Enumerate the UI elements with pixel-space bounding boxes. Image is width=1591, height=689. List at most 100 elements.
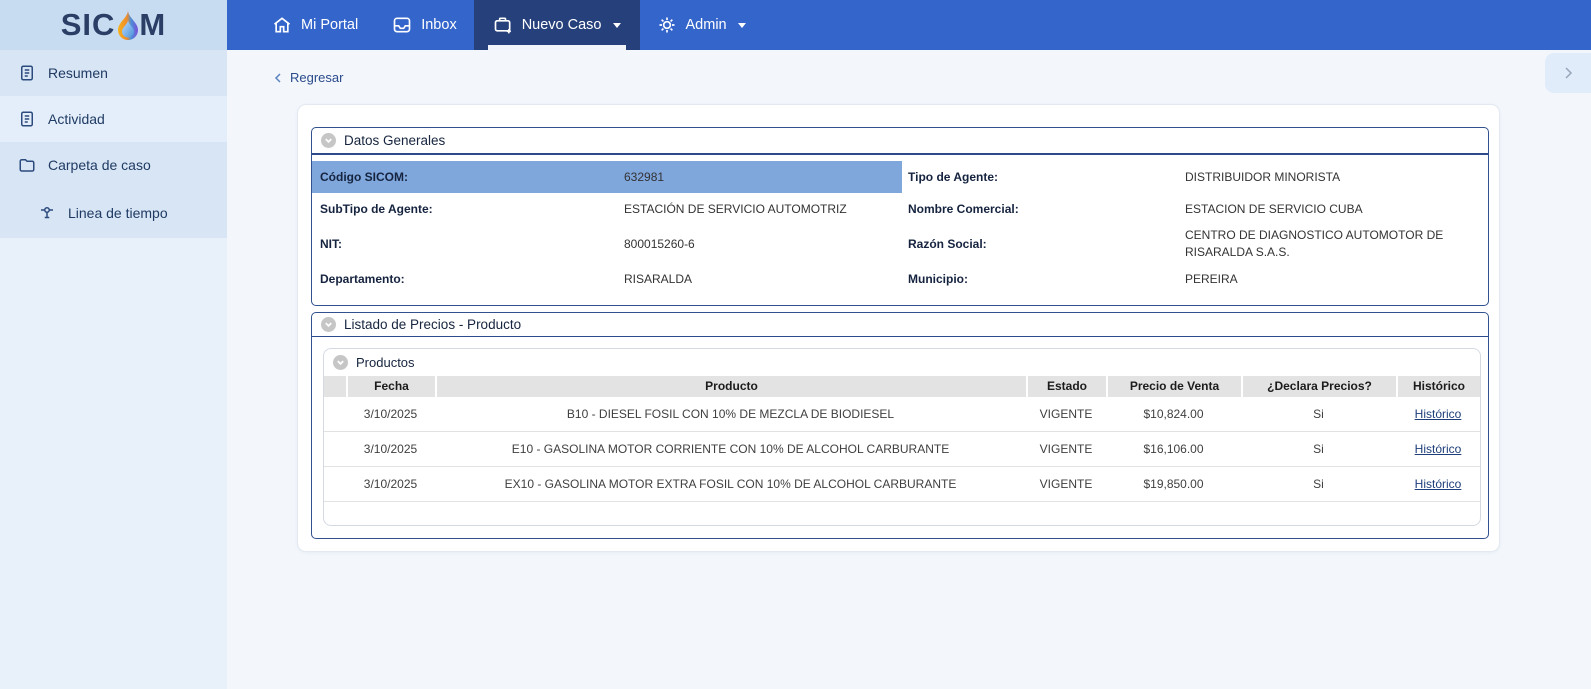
field-row: NIT: 800015260-6 Razón Social: CENTRO DE… bbox=[312, 225, 1488, 263]
field-value: DISTRIBUIDOR MINORISTA bbox=[1185, 169, 1341, 184]
table-row: 3/10/2025 E10 - GASOLINA MOTOR CORRIENTE… bbox=[324, 432, 1480, 467]
sidebar-item-resumen[interactable]: Resumen bbox=[0, 50, 227, 96]
panel-title: Listado de Precios - Producto bbox=[344, 317, 522, 332]
cell-precio: $10,824.00 bbox=[1143, 407, 1204, 421]
back-link[interactable]: Regresar bbox=[227, 50, 343, 85]
listado-precios-panel: Listado de Precios - Producto Productos bbox=[311, 312, 1489, 539]
field-value: ESTACION DE SERVICIO CUBA bbox=[1185, 201, 1363, 216]
top-navigation: Mi Portal Inbox Nuevo Caso Admin bbox=[227, 0, 1591, 50]
home-icon bbox=[272, 15, 292, 35]
column-header-declara: ¿Declara Precios? bbox=[1241, 376, 1396, 397]
briefcase-plus-icon bbox=[493, 15, 513, 35]
cell-fecha: 3/10/2025 bbox=[363, 407, 418, 421]
field-label: Código SICOM: bbox=[320, 170, 408, 184]
field-razon-social: Razón Social: CENTRO DE DIAGNOSTICO AUTO… bbox=[902, 225, 1488, 263]
field-row: Departamento: RISARALDA Municipio: PEREI… bbox=[312, 263, 1488, 295]
collapse-chevron-icon[interactable] bbox=[333, 355, 348, 370]
case-detail-card: Datos Generales Código SICOM: 632981 Tip… bbox=[297, 104, 1500, 552]
chevron-down-icon bbox=[612, 22, 621, 28]
subpanel-title: Productos bbox=[356, 355, 415, 370]
cell-declara: Si bbox=[1313, 407, 1324, 421]
collapse-chevron-icon[interactable] bbox=[321, 133, 336, 148]
sidebar-item-linea-de-tiempo[interactable]: Linea de tiempo bbox=[0, 188, 227, 238]
datos-generales-body: Código SICOM: 632981 Tipo de Agente: DIS… bbox=[312, 155, 1488, 305]
column-header-historico: Histórico bbox=[1396, 376, 1480, 397]
field-label: NIT: bbox=[320, 237, 342, 251]
cell-producto: EX10 - GASOLINA MOTOR EXTRA FOSIL CON 10… bbox=[504, 477, 957, 491]
nav-tab-inbox[interactable]: Inbox bbox=[375, 0, 473, 50]
chevron-left-icon bbox=[273, 72, 283, 83]
field-label: Razón Social: bbox=[908, 237, 987, 251]
flame-drop-icon bbox=[115, 9, 139, 41]
panel-title: Datos Generales bbox=[344, 133, 446, 148]
field-label: Nombre Comercial: bbox=[908, 202, 1019, 216]
field-municipio: Municipio: PEREIRA bbox=[902, 263, 1488, 295]
cell-precio: $19,850.00 bbox=[1143, 477, 1204, 491]
field-value: PEREIRA bbox=[1185, 271, 1238, 286]
table-row: 3/10/2025 EX10 - GASOLINA MOTOR EXTRA FO… bbox=[324, 467, 1480, 502]
field-nit: NIT: 800015260-6 bbox=[312, 225, 902, 263]
logo-text-suffix: M bbox=[139, 7, 167, 42]
folder-icon bbox=[18, 156, 36, 174]
table-row: 3/10/2025 B10 - DIESEL FOSIL CON 10% DE … bbox=[324, 397, 1480, 432]
nav-tab-label: Inbox bbox=[421, 17, 457, 33]
field-label: Tipo de Agente: bbox=[908, 170, 998, 184]
cell-fecha: 3/10/2025 bbox=[363, 442, 418, 456]
field-value: ESTACIÓN DE SERVICIO AUTOMOTRIZ bbox=[624, 202, 847, 216]
field-nombre-comercial: Nombre Comercial: ESTACION DE SERVICIO C… bbox=[902, 193, 1488, 225]
listado-precios-body: Productos Fecha Producto Estado Precio d… bbox=[312, 337, 1488, 538]
field-tipo-agente: Tipo de Agente: DISTRIBUIDOR MINORISTA bbox=[902, 161, 1488, 193]
column-header-empty bbox=[324, 376, 346, 397]
logo-text-prefix: SIC bbox=[60, 7, 116, 42]
sicom-logo[interactable]: SIC M bbox=[61, 7, 167, 43]
sidebar-item-label: Actividad bbox=[48, 111, 105, 127]
productos-subpanel: Productos Fecha Producto Estado Precio d… bbox=[323, 348, 1481, 526]
nav-tab-label: Mi Portal bbox=[301, 17, 359, 33]
column-header-producto: Producto bbox=[435, 376, 1026, 397]
datos-generales-header[interactable]: Datos Generales bbox=[312, 128, 1488, 155]
logo-block: SIC M bbox=[0, 0, 227, 50]
timeline-icon bbox=[38, 204, 56, 222]
cell-estado: VIGENTE bbox=[1039, 407, 1093, 421]
sidebar-item-actividad[interactable]: Actividad bbox=[0, 96, 227, 142]
productos-table: Fecha Producto Estado Precio de Venta ¿D… bbox=[324, 376, 1480, 525]
column-header-fecha: Fecha bbox=[346, 376, 435, 397]
nav-tab-mi-portal[interactable]: Mi Portal bbox=[255, 0, 375, 50]
cell-declara: Si bbox=[1313, 477, 1324, 491]
historico-link[interactable]: Histórico bbox=[1415, 477, 1462, 491]
sidebar-item-label: Carpeta de caso bbox=[48, 157, 151, 173]
listado-precios-header[interactable]: Listado de Precios - Producto bbox=[312, 313, 1488, 337]
collapse-chevron-icon[interactable] bbox=[321, 317, 336, 332]
inbox-icon bbox=[392, 15, 412, 35]
sidebar-item-label: Resumen bbox=[48, 65, 108, 81]
nav-tab-nuevo-caso[interactable]: Nuevo Caso bbox=[473, 0, 640, 50]
field-value: 800015260-6 bbox=[624, 237, 695, 251]
cell-producto: E10 - GASOLINA MOTOR CORRIENTE CON 10% D… bbox=[511, 442, 950, 456]
column-header-precio: Precio de Venta bbox=[1106, 376, 1241, 397]
productos-header[interactable]: Productos bbox=[324, 349, 1480, 376]
cell-fecha: 3/10/2025 bbox=[363, 477, 418, 491]
journal-icon bbox=[18, 64, 36, 82]
back-link-label: Regresar bbox=[290, 70, 344, 85]
chevron-right-icon bbox=[1560, 65, 1576, 81]
nav-tab-admin[interactable]: Admin bbox=[640, 0, 763, 50]
field-value: RISARALDA bbox=[624, 272, 693, 286]
sidebar-item-carpeta-de-caso[interactable]: Carpeta de caso bbox=[0, 142, 227, 188]
cell-estado: VIGENTE bbox=[1039, 442, 1093, 456]
content-area: Regresar Datos Generales Código SICOM: 6… bbox=[227, 50, 1591, 689]
journal-icon bbox=[18, 110, 36, 128]
nav-tab-label: Nuevo Caso bbox=[521, 17, 602, 33]
field-codigo-sicom[interactable]: Código SICOM: 632981 bbox=[312, 161, 902, 193]
panel-expand-button[interactable] bbox=[1545, 53, 1591, 93]
nav-tab-label: Admin bbox=[685, 17, 727, 33]
cell-estado: VIGENTE bbox=[1039, 477, 1093, 491]
cell-precio: $16,106.00 bbox=[1143, 442, 1204, 456]
historico-link[interactable]: Histórico bbox=[1415, 407, 1462, 421]
field-row: SubTipo de Agente: ESTACIÓN DE SERVICIO … bbox=[312, 193, 1488, 225]
historico-link[interactable]: Histórico bbox=[1415, 442, 1462, 456]
sidebar: SIC M Resumen Actividad Carpeta de caso … bbox=[0, 0, 227, 689]
field-departamento: Departamento: RISARALDA bbox=[312, 263, 902, 295]
field-label: Municipio: bbox=[908, 272, 968, 286]
datos-generales-panel: Datos Generales Código SICOM: 632981 Tip… bbox=[311, 127, 1489, 306]
table-footer-spacer bbox=[324, 502, 1480, 525]
